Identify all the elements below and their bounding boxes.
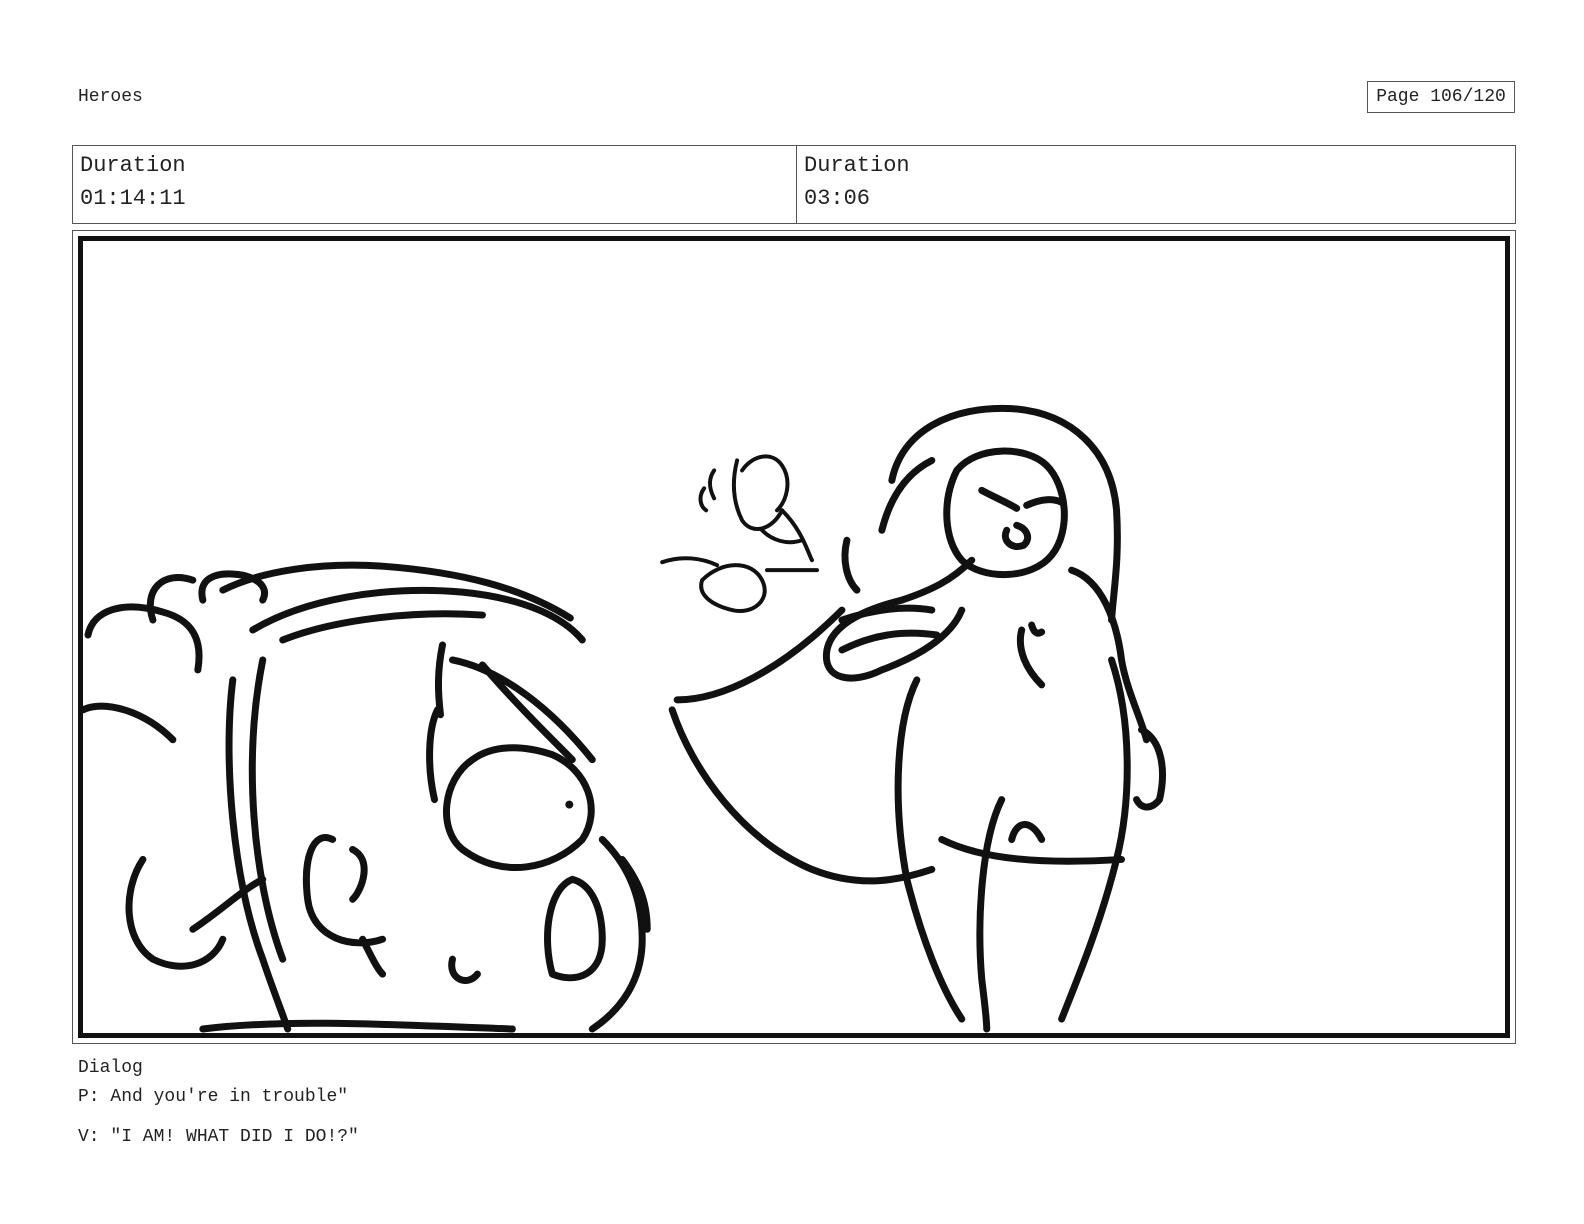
panel-duration-value: 03:06	[804, 186, 871, 211]
shot-duration-value: 01:14:11	[80, 186, 186, 211]
panel-duration-cell: Duration 03:06	[797, 146, 1515, 223]
project-title: Heroes	[78, 87, 143, 107]
dialog-heading: Dialog	[78, 1058, 143, 1078]
storyboard-panel	[78, 236, 1510, 1038]
shot-duration-cell: Duration 01:14:11	[73, 146, 797, 223]
page-indicator: Page 106/120	[1367, 81, 1515, 113]
shot-duration-label: Duration	[80, 153, 186, 178]
background-character-sketch	[660, 454, 819, 614]
standing-character-sketch	[668, 404, 1166, 1033]
storyboard-panel-frame	[72, 230, 1516, 1044]
storyboard-sketch-image	[83, 404, 1166, 1033]
dialog-line: V: "I AM! WHAT DID I DO!?"	[78, 1127, 359, 1147]
duration-row: Duration 01:14:11 Duration 03:06	[72, 145, 1516, 224]
dialog-lines: P: And you're in trouble" V: "I AM! WHAT…	[78, 1086, 359, 1166]
foreground-character-sketch	[83, 561, 651, 1033]
dialog-line: P: And you're in trouble"	[78, 1087, 349, 1107]
panel-duration-label: Duration	[804, 153, 910, 178]
